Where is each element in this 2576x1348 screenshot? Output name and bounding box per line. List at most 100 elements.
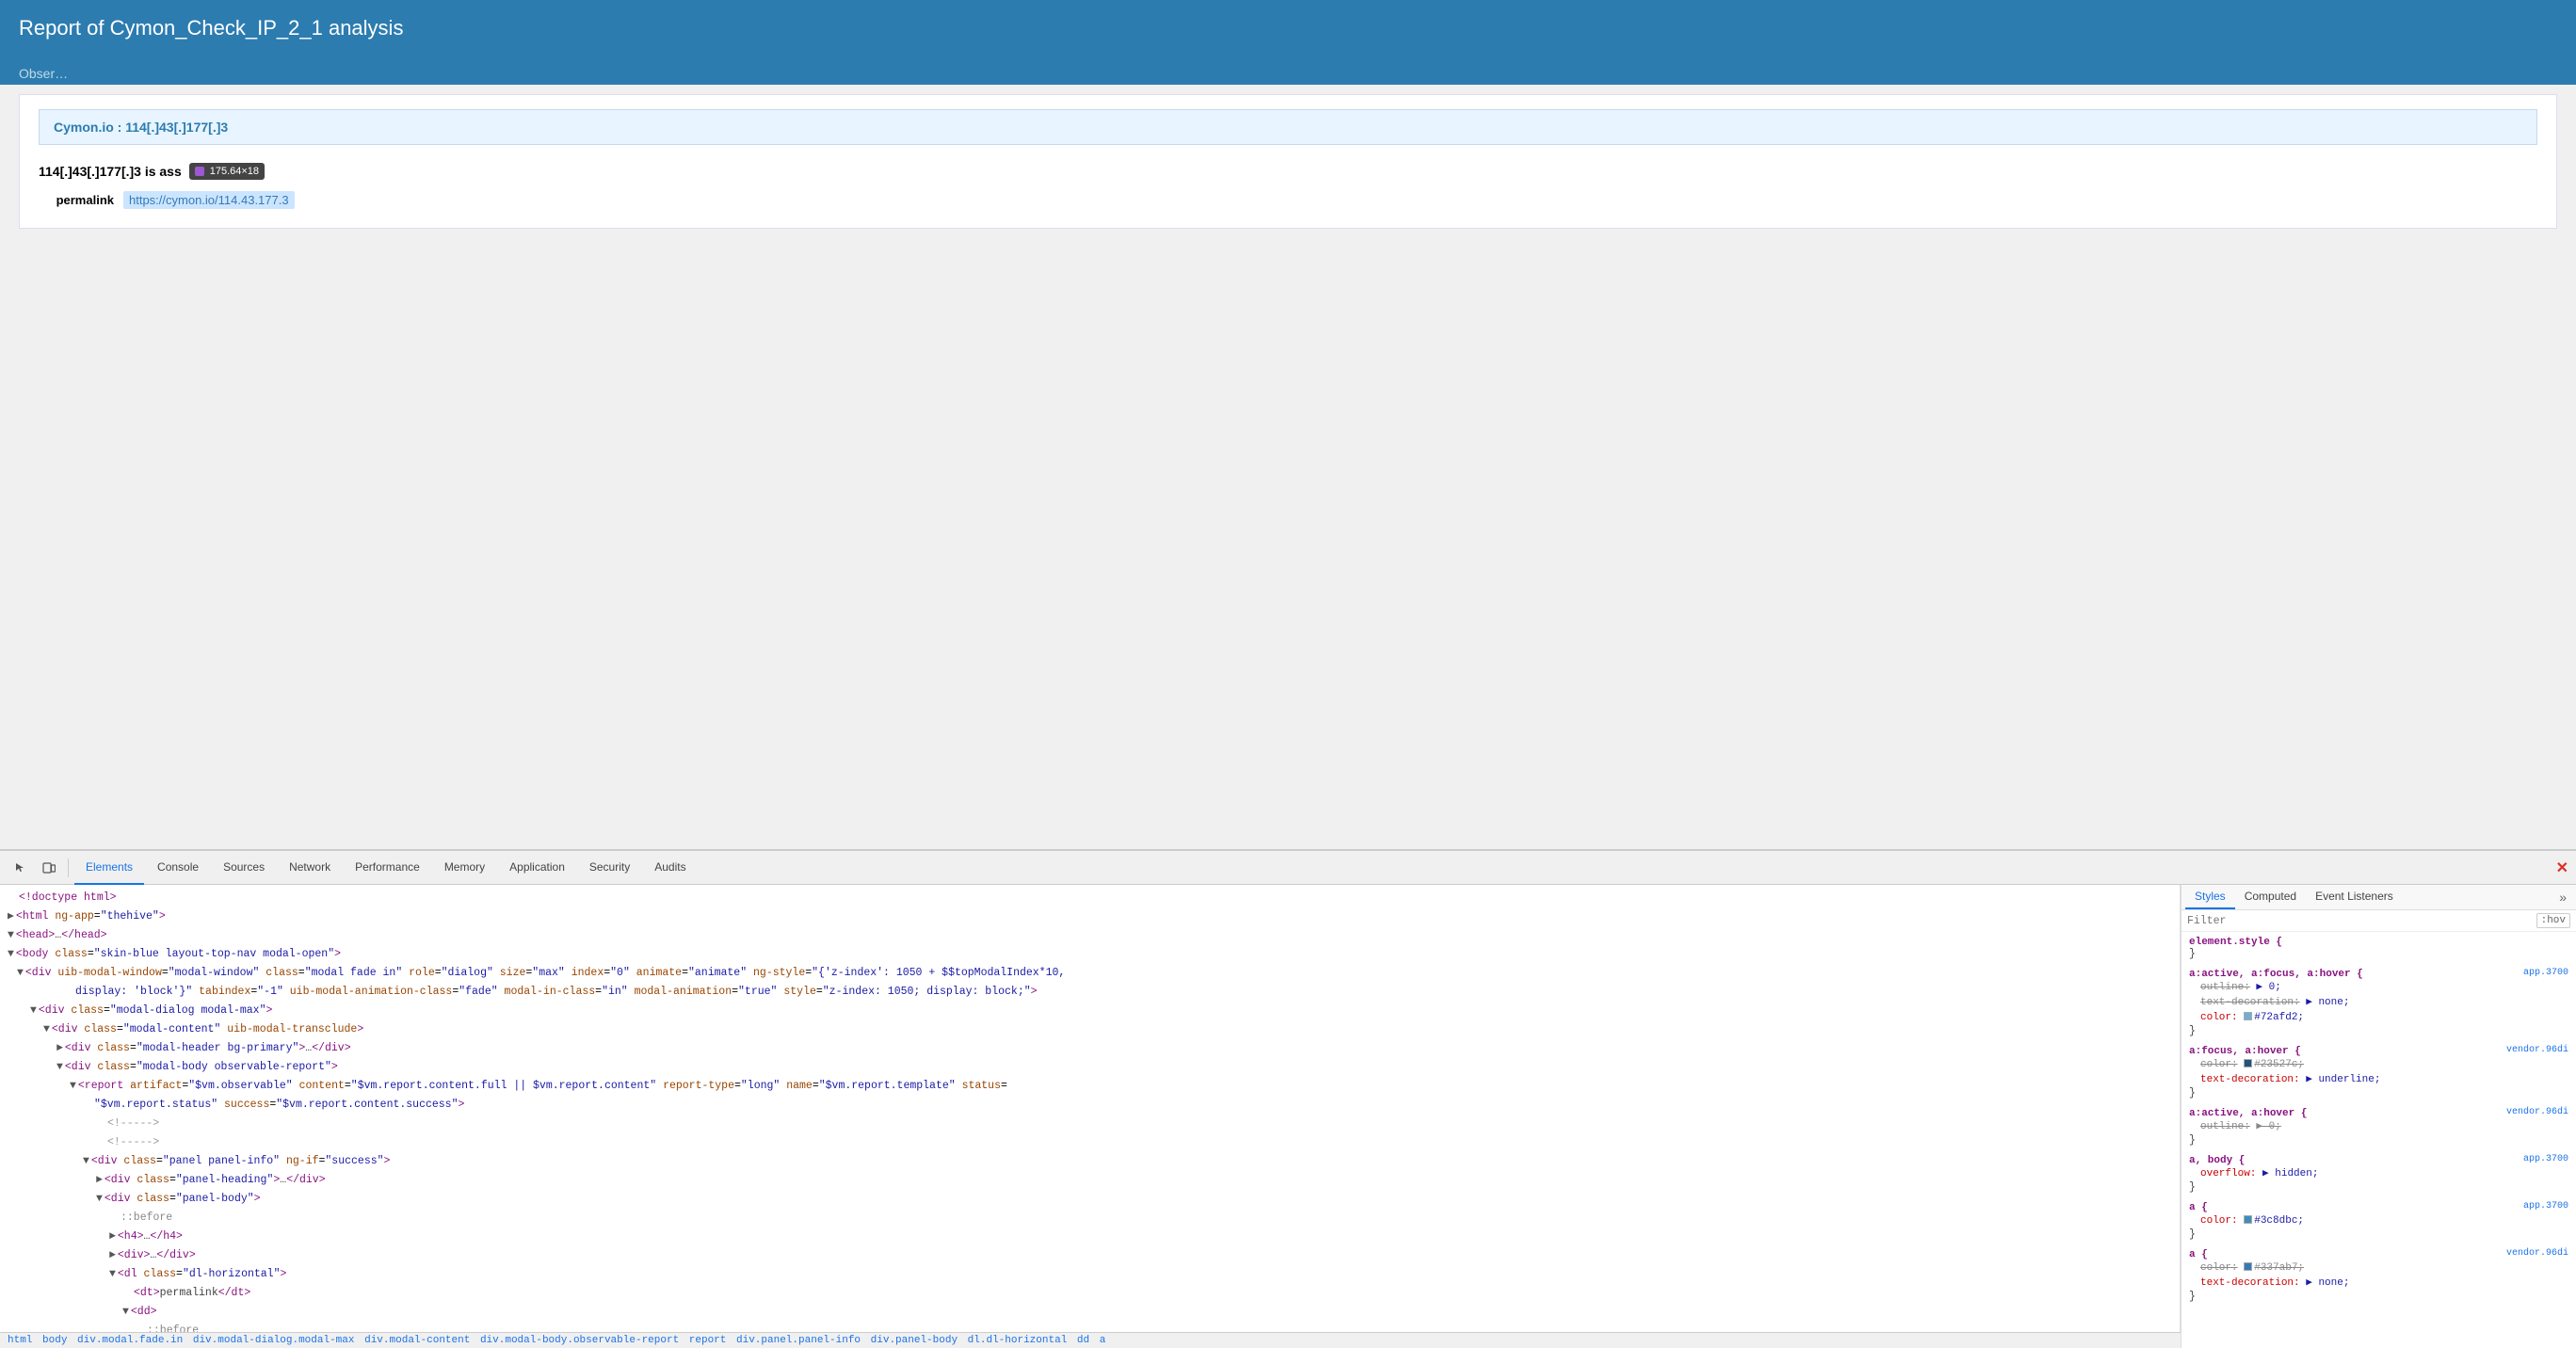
devtools-close-btn[interactable]: ✕ <box>2556 859 2568 877</box>
style-selector: element.style { <box>2189 937 2282 948</box>
filter-hover-btn[interactable]: :hov <box>2536 913 2570 928</box>
html-line: display: 'block'}" tabindex="-1" uib-mod… <box>0 983 2180 1002</box>
style-rule-a-active-focus-hover: a:active, a:focus, a:hover { app.3700 ou… <box>2189 968 2568 1037</box>
devtools-toolbar: Elements Console Sources Network Perform… <box>0 851 2576 885</box>
html-line: ::before <box>0 1322 2180 1332</box>
color-swatch <box>2244 1012 2252 1020</box>
tab-audits[interactable]: Audits <box>643 851 697 885</box>
ip-header: Cymon.io : 114[.]43[.]177[.]3 <box>39 109 2537 145</box>
html-line: ▼<body class="skin-blue layout-top-nav m… <box>0 945 2180 964</box>
devtools-panel: Elements Console Sources Network Perform… <box>0 849 2576 1348</box>
style-property: color: #3c8dbc; <box>2189 1213 2568 1228</box>
breadcrumb-bar: html body div.modal.fade.in div.modal-di… <box>0 1332 2181 1348</box>
color-swatch <box>2244 1215 2252 1224</box>
color-swatch <box>2244 1059 2252 1067</box>
breadcrumb-div-content[interactable]: div.modal-content <box>364 1335 470 1346</box>
html-line: "$vm.report.status" success="$vm.report.… <box>0 1096 2180 1115</box>
styles-tab-computed[interactable]: Computed <box>2235 885 2306 909</box>
tab-console[interactable]: Console <box>146 851 210 885</box>
style-property: color: #23527c; <box>2189 1057 2568 1072</box>
style-selector: a, body { <box>2189 1155 2245 1166</box>
html-line: ▼<div class="modal-content" uib-modal-tr… <box>0 1020 2180 1039</box>
report-title: Report of Cymon_Check_IP_2_1 analysis <box>19 16 403 40</box>
breadcrumb-div-modal[interactable]: div.modal.fade.in <box>77 1335 183 1346</box>
breadcrumb-body[interactable]: body <box>42 1335 67 1346</box>
styles-more-btn[interactable]: » <box>2553 885 2572 909</box>
style-source[interactable]: app.3700 <box>2523 1154 2568 1164</box>
html-panel[interactable]: <!doctype html> ▶<html ng-app="thehive">… <box>0 885 2181 1332</box>
html-line: <!-----> <box>0 1115 2180 1133</box>
html-line: ▼<dl class="dl-horizontal"> <box>0 1265 2180 1284</box>
style-source[interactable]: vendor.96di <box>2506 1107 2568 1117</box>
tab-security[interactable]: Security <box>578 851 641 885</box>
filter-input[interactable] <box>2187 915 2536 927</box>
tab-performance[interactable]: Performance <box>344 851 431 885</box>
style-property: color: #337ab7; <box>2189 1260 2568 1276</box>
breadcrumb-a[interactable]: a <box>1100 1335 1106 1346</box>
style-rule-a-vendor: a { vendor.96di color: #337ab7; text-dec… <box>2189 1248 2568 1303</box>
style-property: overflow: ▶ hidden; <box>2189 1166 2568 1181</box>
styles-panel: Styles Computed Event Listeners » :hov e… <box>2181 885 2576 1348</box>
html-line: ►<div class="panel-heading">…</div> <box>0 1171 2180 1190</box>
style-property: color: #72afd2; <box>2189 1010 2568 1025</box>
html-line: <!doctype html> <box>0 889 2180 907</box>
toolbar-divider <box>68 859 69 877</box>
breadcrumb-dl[interactable]: dl.dl-horizontal <box>968 1335 1068 1346</box>
style-selector: a:active, a:hover { <box>2189 1108 2307 1119</box>
tooltip-box: 175.64×18 <box>189 163 265 180</box>
html-line: ▼<div class="panel-body"> <box>0 1190 2180 1209</box>
html-line: ▼<head>…</head> <box>0 926 2180 945</box>
breadcrumb-dd[interactable]: dd <box>1077 1335 1089 1346</box>
styles-tab-event-listeners[interactable]: Event Listeners <box>2306 885 2403 909</box>
html-line: ►<div>…</div> <box>0 1246 2180 1265</box>
style-source[interactable]: vendor.96di <box>2506 1248 2568 1259</box>
tab-sources[interactable]: Sources <box>212 851 276 885</box>
html-line: ▶<html ng-app="thehive"> <box>0 907 2180 926</box>
html-line: <!-----> <box>0 1133 2180 1152</box>
style-source[interactable]: app.3700 <box>2523 968 2568 978</box>
tooltip-color-swatch <box>195 167 204 176</box>
style-selector: a:focus, a:hover { <box>2189 1046 2301 1057</box>
style-selector: a:active, a:focus, a:hover { <box>2189 969 2363 980</box>
top-bar: Report of Cymon_Check_IP_2_1 analysis <box>0 0 2576 56</box>
breadcrumb-report[interactable]: report <box>689 1335 727 1346</box>
device-toggle-btn[interactable] <box>36 855 62 881</box>
tab-network[interactable]: Network <box>278 851 342 885</box>
devtools-body: <!doctype html> ▶<html ng-app="thehive">… <box>0 885 2576 1348</box>
cursor-icon-btn[interactable] <box>8 855 34 881</box>
breadcrumb-html[interactable]: html <box>8 1335 32 1346</box>
style-selector: a { <box>2189 1202 2208 1213</box>
main-content: Cymon.io : 114[.]43[.]177[.]3 114[.]43[.… <box>19 94 2557 229</box>
styles-tab-styles[interactable]: Styles <box>2185 885 2235 909</box>
style-rule-element: element.style { } <box>2189 936 2568 960</box>
ip-info: 114[.]43[.]177[.]3 is ass 175.64×18 perm… <box>39 159 2537 214</box>
breadcrumb-div-dialog[interactable]: div.modal-dialog.modal-max <box>193 1335 355 1346</box>
style-source[interactable]: vendor.96di <box>2506 1045 2568 1055</box>
style-property: text-decoration: ▶ underline; <box>2189 1072 2568 1087</box>
style-rule-a-body: a, body { app.3700 overflow: ▶ hidden; } <box>2189 1154 2568 1194</box>
style-property: text-decoration: ▶ none; <box>2189 995 2568 1010</box>
app-header: Obser… <box>0 56 2576 85</box>
style-rule-a-app: a { app.3700 color: #3c8dbc; } <box>2189 1201 2568 1241</box>
filter-bar: :hov <box>2182 910 2576 932</box>
html-line: ▼<div class="modal-dialog modal-max"> <box>0 1002 2180 1020</box>
style-property: text-decoration: ▶ none; <box>2189 1276 2568 1291</box>
html-line: ▼<dd> <box>0 1303 2180 1322</box>
permalink-row: permalink https://cymon.io/114.43.177.3 <box>39 191 2537 209</box>
ip-status: 114[.]43[.]177[.]3 is ass 175.64×18 <box>39 164 2537 182</box>
styles-content: element.style { } a:active, a:focus, a:h… <box>2182 932 2576 1348</box>
breadcrumb-div-panel[interactable]: div.panel.panel-info <box>736 1335 861 1346</box>
breadcrumb-div-panelbody[interactable]: div.panel-body <box>871 1335 958 1346</box>
tab-application[interactable]: Application <box>498 851 576 885</box>
tab-elements[interactable]: Elements <box>74 851 144 885</box>
html-line: <dt>permalink</dt> <box>0 1284 2180 1303</box>
style-selector: a { <box>2189 1249 2208 1260</box>
tab-memory[interactable]: Memory <box>433 851 496 885</box>
html-line: ▼<div class="modal-body observable-repor… <box>0 1058 2180 1077</box>
permalink-link[interactable]: https://cymon.io/114.43.177.3 <box>123 191 295 209</box>
style-source[interactable]: app.3700 <box>2523 1201 2568 1212</box>
html-line: ▼<div uib-modal-window="modal-window" cl… <box>0 964 2180 983</box>
color-swatch <box>2244 1262 2252 1271</box>
styles-tabs: Styles Computed Event Listeners » <box>2182 885 2576 910</box>
breadcrumb-div-body[interactable]: div.modal-body.observable-report <box>480 1335 679 1346</box>
